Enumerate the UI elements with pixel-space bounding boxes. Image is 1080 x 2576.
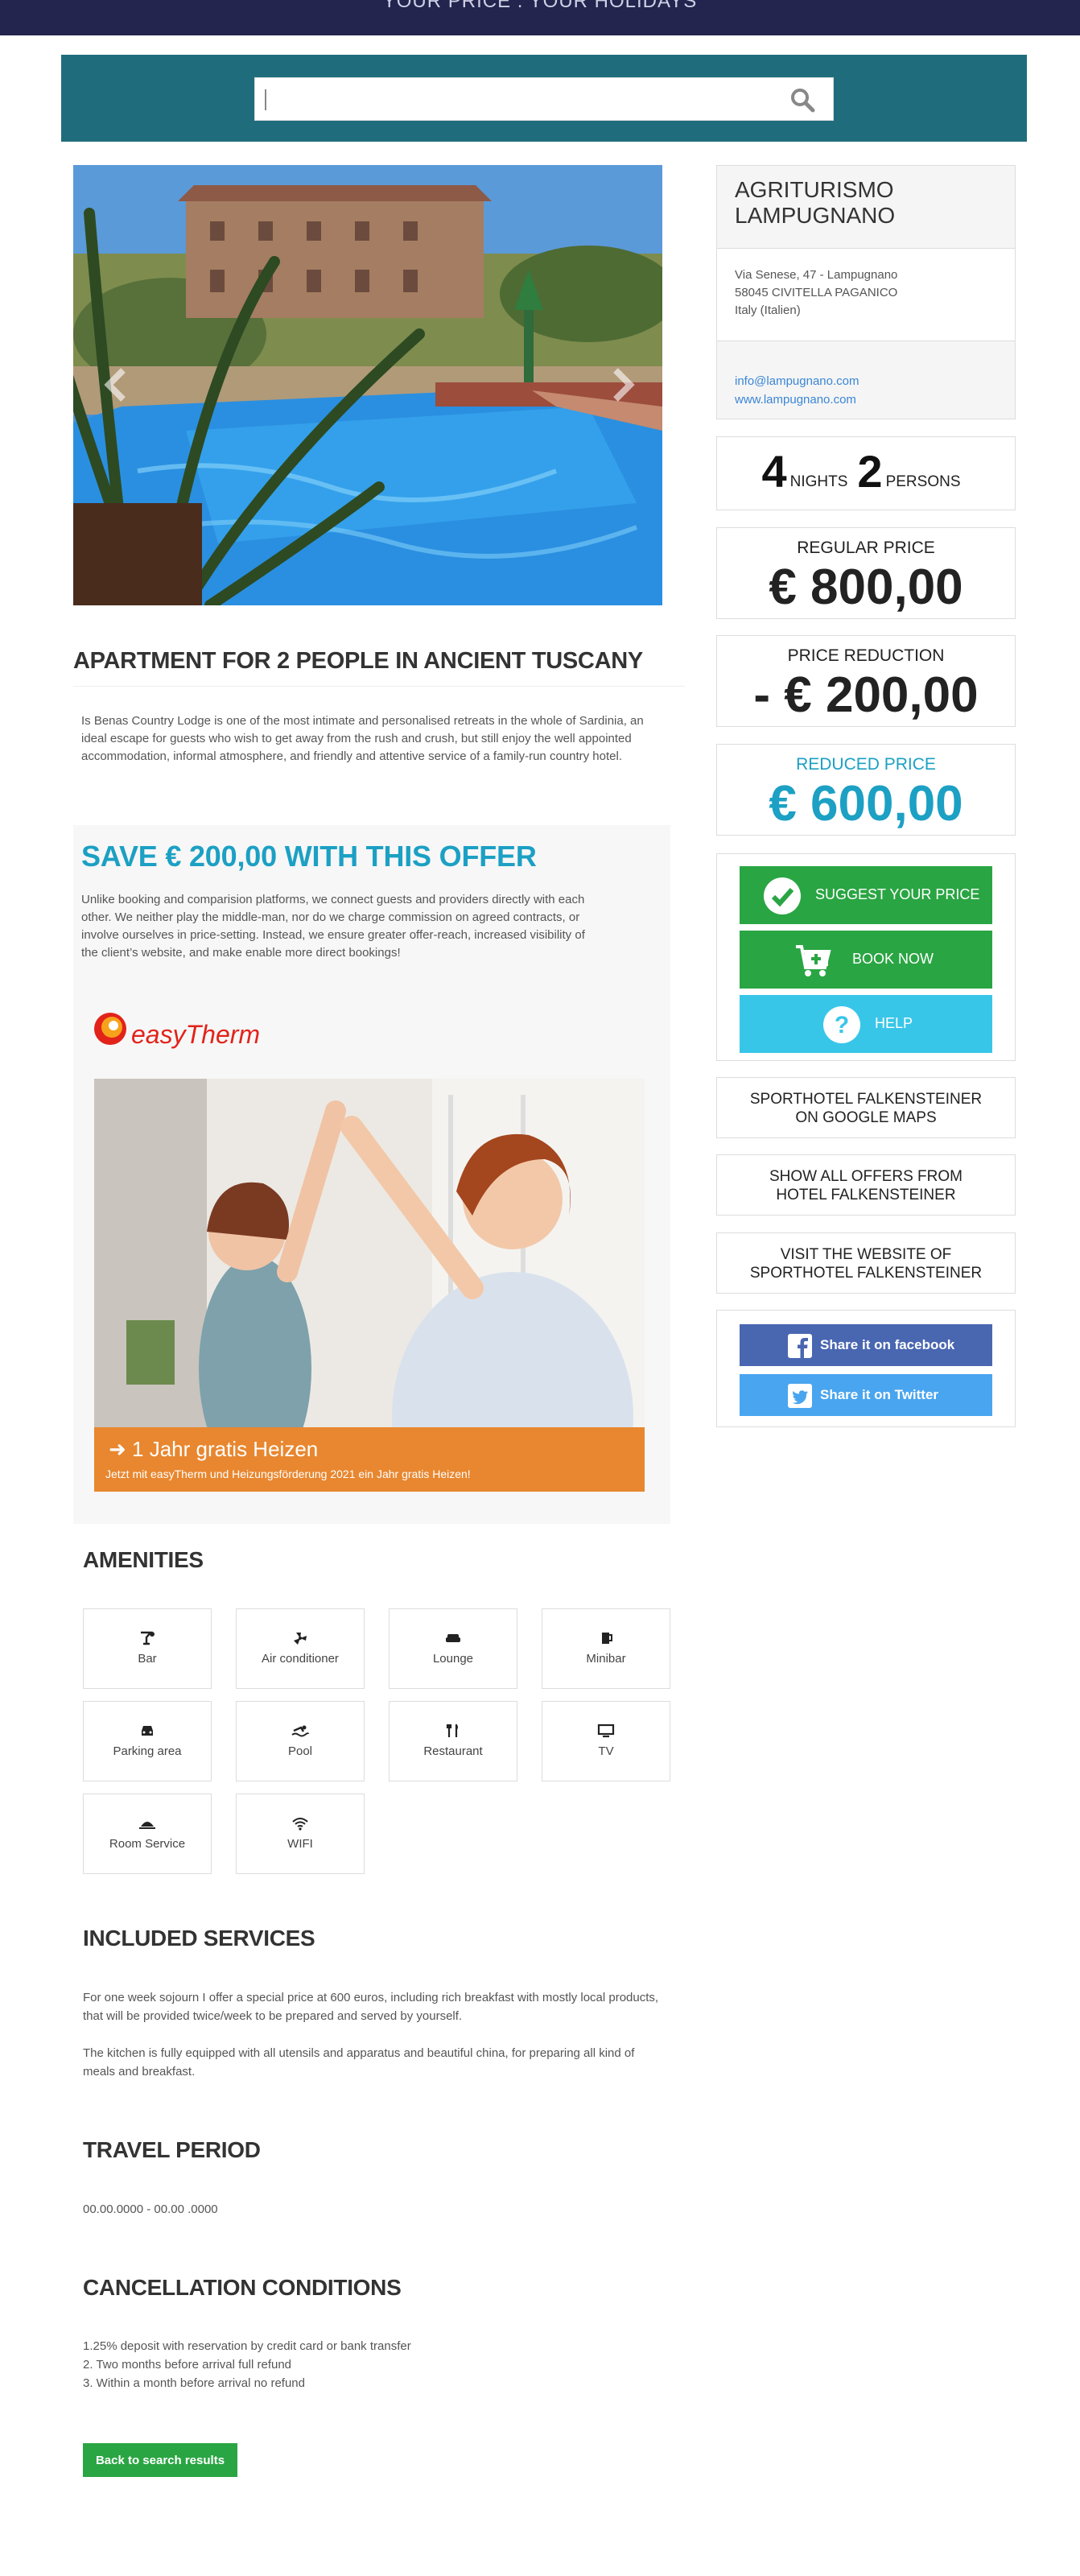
travel-dates: 00.00.0000 - 00.00 .0000 bbox=[83, 2202, 218, 2216]
reduced-price-label: REDUCED PRICE bbox=[796, 755, 936, 774]
amenity-minibar: Minibar bbox=[542, 1608, 670, 1689]
hotel-website-link[interactable]: www.lampugnano.com bbox=[735, 390, 859, 409]
tagline: YOUR PRICE . YOUR HOLIDAYS bbox=[382, 0, 698, 12]
ad-caption-band: ➜ 1 Jahr gratis Heizen Jetzt mit easyThe… bbox=[94, 1427, 645, 1492]
services-text-1: For one week sojourn I offer a special p… bbox=[83, 1991, 659, 2023]
share-box: Share it on facebook Share it on Twitter bbox=[716, 1310, 1016, 1427]
amenity-wifi: WIFI bbox=[236, 1794, 365, 1874]
search-box[interactable] bbox=[254, 77, 834, 121]
hotel-email-link[interactable]: info@lampugnano.com bbox=[735, 372, 859, 390]
twitter-icon bbox=[788, 1384, 812, 1408]
services-heading: INCLUDED SERVICES bbox=[83, 1926, 315, 1951]
fan-icon bbox=[294, 1633, 307, 1645]
tv-icon bbox=[597, 1724, 615, 1738]
chevron-right-icon[interactable] bbox=[604, 362, 641, 407]
price-reduction-label: PRICE REDUCTION bbox=[787, 646, 945, 665]
nights-label: NIGHTS bbox=[789, 473, 848, 491]
ad-subline: Jetzt mit easyTherm und Heizungsförderun… bbox=[105, 1468, 471, 1480]
amenity-room-service: Room Service bbox=[83, 1794, 212, 1874]
offer-text: Unlike booking and comparision platforms… bbox=[81, 893, 585, 960]
cancellation-line-3: 3. Within a month before arrival no refu… bbox=[83, 2376, 305, 2390]
nights-count: 4 bbox=[761, 446, 787, 497]
listing-title: APARTMENT FOR 2 PEOPLE IN ANCIENT TUSCAN… bbox=[73, 648, 685, 687]
stay-summary: 4 NIGHTS 2 PERSONS bbox=[716, 436, 1016, 510]
offer-heading: SAVE € 200,00 WITH THIS OFFER bbox=[81, 840, 537, 873]
services-text-2: The kitchen is fully equipped with all u… bbox=[83, 2046, 635, 2079]
search-icon[interactable] bbox=[789, 87, 815, 113]
amenity-lounge: Lounge bbox=[389, 1608, 517, 1689]
suggest-price-button[interactable]: SUGGEST YOUR PRICE bbox=[740, 866, 992, 924]
ad-headline: 1 Jahr gratis Heizen bbox=[132, 1437, 319, 1461]
beer-icon bbox=[602, 1633, 612, 1644]
easytherm-logo: easyTherm bbox=[93, 1006, 302, 1063]
check-circle-icon bbox=[764, 877, 801, 914]
top-bar: YOUR PRICE . YOUR HOLIDAYS bbox=[0, 0, 1080, 35]
hotel-address: Via Senese, 47 - Lampugnano 58045 CIVITEL… bbox=[717, 248, 1015, 341]
svg-text:?: ? bbox=[835, 1012, 849, 1038]
chevron-left-icon[interactable] bbox=[97, 362, 134, 407]
amenity-pool: Pool bbox=[236, 1701, 365, 1781]
search-band bbox=[61, 55, 1027, 142]
book-now-button[interactable]: BOOK NOW bbox=[740, 931, 992, 989]
back-to-results-button[interactable]: Back to search results bbox=[83, 2443, 237, 2477]
amenities-heading: AMENITIES bbox=[83, 1547, 204, 1572]
car-icon bbox=[142, 1726, 153, 1736]
search-input[interactable] bbox=[255, 78, 770, 120]
cancellation-line-1: 1.25% deposit with reservation by credit… bbox=[83, 2339, 411, 2353]
sofa-icon bbox=[446, 1634, 460, 1642]
bar-icon bbox=[141, 1631, 155, 1645]
cloche-icon bbox=[139, 1822, 155, 1829]
hotel-name: AGRITURISMO LAMPUGNANO bbox=[735, 177, 896, 228]
regular-price-box: REGULAR PRICE € 800,00 bbox=[716, 527, 1016, 619]
offer-section: SAVE € 200,00 WITH THIS OFFER Unlike boo… bbox=[73, 825, 670, 1524]
price-reduction-value: - € 200,00 bbox=[753, 667, 979, 723]
amenity-air-conditioner: Air conditioner bbox=[236, 1608, 365, 1689]
cancellation-line-2: 2. Two months before arrival full refund bbox=[83, 2358, 292, 2372]
ad-brand: easyTherm bbox=[131, 1020, 260, 1049]
amenity-restaurant: Restaurant bbox=[389, 1701, 517, 1781]
listing-intro: Is Benas Country Lodge is one of the mos… bbox=[81, 714, 644, 763]
amenity-tv: TV bbox=[542, 1701, 670, 1781]
amenity-bar: Bar bbox=[83, 1608, 212, 1689]
reduced-price-box: REDUCED PRICE € 600,00 bbox=[716, 744, 1016, 836]
action-buttons: SUGGEST YOUR PRICE BOOK NOW ? HELP bbox=[716, 853, 1016, 1061]
google-maps-link[interactable]: SPORTHOTEL FALKENSTEINER ON GOOGLE MAPS bbox=[716, 1077, 1016, 1138]
question-circle-icon: ? bbox=[823, 1006, 860, 1043]
help-button[interactable]: ? HELP bbox=[740, 995, 992, 1053]
all-offers-link[interactable]: SHOW ALL OFFERS FROM HOTEL FALKENSTEINER bbox=[716, 1154, 1016, 1216]
cart-plus-icon bbox=[796, 945, 831, 976]
share-facebook-button[interactable]: Share it on facebook bbox=[740, 1324, 992, 1366]
cancellation-heading: CANCELLATION CONDITIONS bbox=[83, 2275, 402, 2300]
hotel-photo-carousel[interactable] bbox=[73, 165, 662, 605]
hotel-contact: info@lampugnano.com www.lampugnano.com bbox=[735, 372, 859, 409]
share-twitter-button[interactable]: Share it on Twitter bbox=[740, 1374, 992, 1416]
swimmer-icon bbox=[291, 1725, 309, 1737]
persons-label: PERSONS bbox=[885, 473, 961, 491]
wifi-icon bbox=[292, 1818, 308, 1831]
regular-price-label: REGULAR PRICE bbox=[797, 539, 935, 557]
reduced-price-value: € 600,00 bbox=[769, 776, 963, 832]
facebook-icon bbox=[788, 1334, 812, 1358]
cutlery-icon bbox=[446, 1724, 458, 1737]
travel-heading: TRAVEL PERIOD bbox=[83, 2137, 261, 2162]
persons-count: 2 bbox=[857, 446, 883, 497]
price-reduction-box: PRICE REDUCTION - € 200,00 bbox=[716, 635, 1016, 727]
regular-price-value: € 800,00 bbox=[769, 559, 963, 615]
hotel-website-button[interactable]: VISIT THE WEBSITE OF SPORTHOTEL FALKENSTE… bbox=[716, 1232, 1016, 1294]
text-caret bbox=[265, 89, 266, 110]
hotel-photo bbox=[73, 165, 662, 605]
arrow-right-icon: ➜ bbox=[109, 1437, 133, 1461]
hotel-card: AGRITURISMO LAMPUGNANO Via Senese, 47 - L… bbox=[716, 165, 1016, 419]
amenity-parking-area: Parking area bbox=[83, 1701, 212, 1781]
ad-banner[interactable]: ➜ 1 Jahr gratis Heizen Jetzt mit easyThe… bbox=[94, 1079, 645, 1492]
